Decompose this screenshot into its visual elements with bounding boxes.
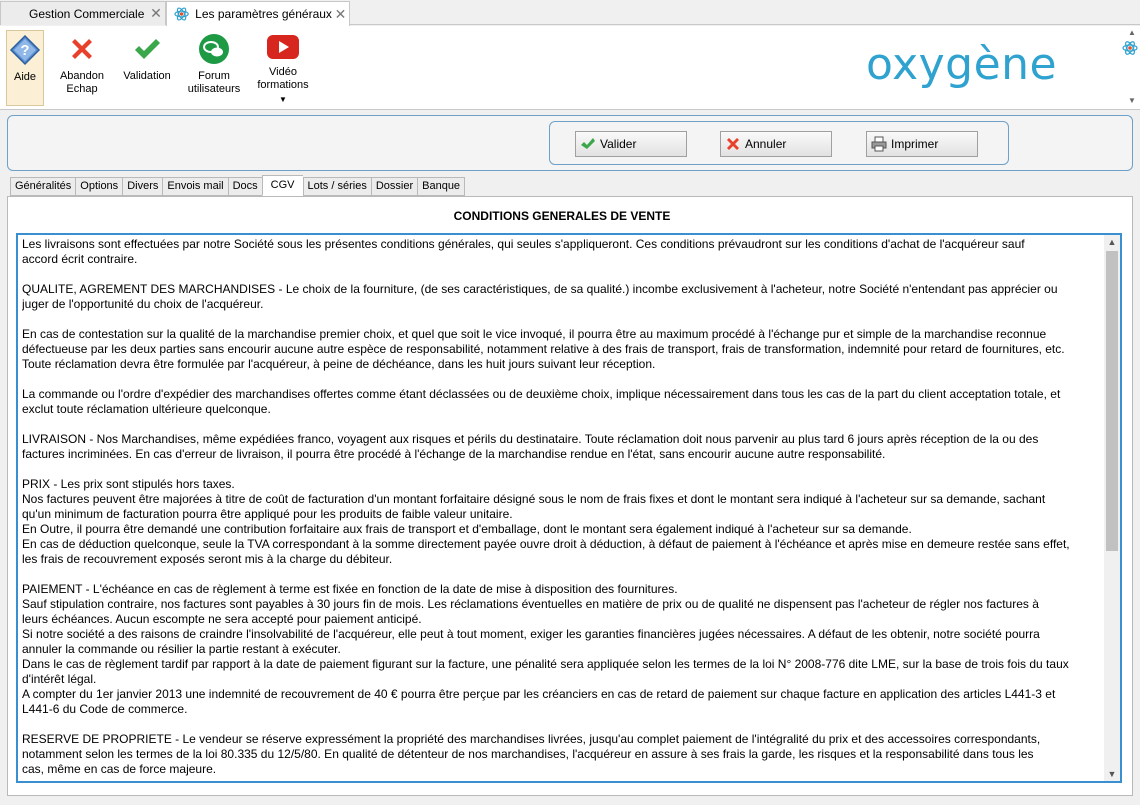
checkmark-icon bbox=[130, 32, 164, 66]
scroll-down-icon[interactable]: ▼ bbox=[1104, 767, 1120, 781]
forum-button[interactable]: Forum utilisateurs bbox=[186, 30, 242, 106]
cgv-paragraph: RESERVE DE PROPRIETE - Le vendeur se rés… bbox=[22, 732, 1041, 776]
valider-label: Valider bbox=[600, 137, 637, 151]
validation-button[interactable]: Validation bbox=[120, 30, 174, 106]
aide-label: Aide bbox=[13, 71, 37, 83]
chevron-down-icon[interactable]: ▼ bbox=[279, 93, 287, 106]
scroll-down-icon[interactable]: ▼ bbox=[1126, 96, 1138, 108]
aide-button[interactable]: ? Aide bbox=[6, 30, 44, 106]
abandon-button[interactable]: Abandon Echap bbox=[58, 30, 106, 106]
imprimer-button[interactable]: Imprimer bbox=[866, 131, 978, 157]
tab-lots-series[interactable]: Lots / séries bbox=[302, 177, 371, 196]
cgv-text-area[interactable]: Les livraisons sont effectuées par notre… bbox=[16, 233, 1122, 783]
printer-icon bbox=[870, 135, 888, 153]
abandon-shortcut-label: Echap bbox=[66, 83, 98, 95]
doc-tab-label: Les paramètres généraux bbox=[195, 7, 332, 21]
cross-icon bbox=[65, 32, 99, 66]
forum-sublabel: utilisateurs bbox=[187, 83, 241, 95]
help-icon: ? bbox=[8, 33, 42, 67]
video-label: Vidéo bbox=[269, 66, 297, 78]
svg-text:?: ? bbox=[20, 42, 29, 59]
cgv-paragraph: PAIEMENT - L'échéance en cas de règlemen… bbox=[22, 582, 1069, 716]
video-button[interactable]: Vidéo formations ▼ bbox=[254, 30, 312, 106]
tab-docs[interactable]: Docs bbox=[227, 177, 262, 196]
page-title: CONDITIONS GENERALES DE VENTE bbox=[453, 209, 671, 223]
ribbon-toolbar: ? Aide Abandon Echap Validation Forum ut… bbox=[0, 26, 1140, 110]
validation-label: Validation bbox=[123, 70, 171, 82]
atom-icon bbox=[174, 7, 189, 21]
oxygene-logo: oxygène bbox=[866, 39, 1058, 90]
tab-banque[interactable]: Banque bbox=[417, 177, 466, 196]
cgv-paragraph: Les livraisons sont effectuées par notre… bbox=[22, 237, 1025, 266]
scroll-up-icon[interactable]: ▲ bbox=[1126, 28, 1138, 40]
checkmark-icon bbox=[579, 135, 597, 153]
forum-label: Forum bbox=[198, 70, 230, 82]
valider-button[interactable]: Valider bbox=[575, 131, 687, 157]
action-panel: Valider Annuler Imprimer bbox=[7, 115, 1133, 171]
close-icon[interactable]: ✕ bbox=[147, 5, 165, 22]
cgv-paragraph: PRIX - Les prix sont stipulés hors taxes… bbox=[22, 477, 1070, 566]
tab-dossier[interactable]: Dossier bbox=[370, 177, 418, 196]
scrollbar-thumb[interactable] bbox=[1106, 251, 1118, 551]
settings-tab-bar: Généralités Options Divers Envois mail D… bbox=[10, 175, 466, 196]
cgv-paragraph: QUALITE, AGREMENT DES MARCHANDISES - Le … bbox=[22, 282, 1058, 311]
ribbon-scrollbar[interactable]: ▲ ▼ bbox=[1126, 28, 1138, 108]
vertical-scrollbar[interactable]: ▲ ▼ bbox=[1104, 235, 1120, 781]
cgv-panel: CONDITIONS GENERALES DE VENTE Les livrai… bbox=[7, 196, 1133, 796]
doc-tab-label: Gestion Commerciale bbox=[29, 6, 145, 21]
action-button-group: Valider Annuler Imprimer bbox=[549, 121, 1009, 165]
tab-divers[interactable]: Divers bbox=[122, 177, 163, 196]
imprimer-label: Imprimer bbox=[891, 137, 939, 151]
cgv-paragraph: LIVRAISON - Nos Marchandises, même expéd… bbox=[22, 432, 1039, 461]
close-icon[interactable]: ✕ bbox=[332, 6, 349, 23]
doc-tab-parametres-generaux[interactable]: Les paramètres généraux ✕ bbox=[166, 1, 350, 26]
document-tab-bar: Gestion Commerciale ✕ Les paramètres gén… bbox=[0, 0, 1140, 26]
tab-options[interactable]: Options bbox=[75, 177, 123, 196]
video-sublabel: formations bbox=[257, 79, 309, 91]
annuler-button[interactable]: Annuler bbox=[720, 131, 832, 157]
video-play-icon bbox=[266, 32, 300, 62]
cgv-paragraph: En cas de contestation sur la qualité de… bbox=[22, 327, 1065, 371]
doc-tab-gestion-commerciale[interactable]: Gestion Commerciale ✕ bbox=[0, 1, 166, 25]
tab-generalites[interactable]: Généralités bbox=[10, 177, 76, 196]
tab-cgv[interactable]: CGV bbox=[261, 175, 303, 196]
cgv-paragraph: La commande ou l'ordre d'expédier des ma… bbox=[22, 387, 1061, 416]
abandon-label: Abandon bbox=[59, 70, 105, 82]
scroll-up-icon[interactable]: ▲ bbox=[1104, 235, 1120, 249]
cross-icon bbox=[724, 135, 742, 153]
cgv-text-content[interactable]: Les livraisons sont effectuées par notre… bbox=[22, 237, 1104, 779]
forum-chat-icon bbox=[197, 32, 231, 66]
tab-envois-mail[interactable]: Envois mail bbox=[162, 177, 228, 196]
annuler-label: Annuler bbox=[745, 137, 787, 151]
